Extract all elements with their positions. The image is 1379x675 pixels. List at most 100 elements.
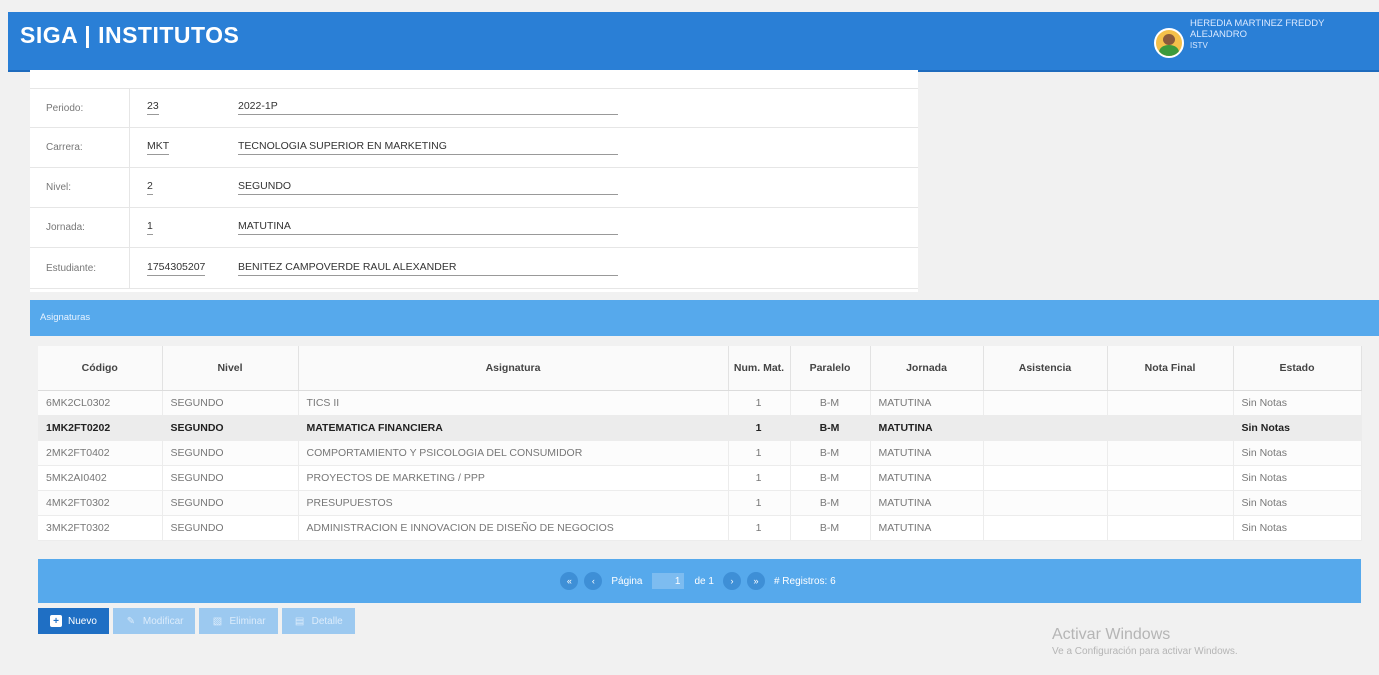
first-page-icon[interactable]: « bbox=[560, 572, 579, 590]
table-row[interactable]: 3MK2FT0302 SEGUNDO ADMINISTRACION E INNO… bbox=[38, 515, 1362, 541]
cell-estado: Sin Notas bbox=[1233, 465, 1362, 491]
cell-asistencia bbox=[983, 390, 1108, 416]
cell-asignatura: MATEMATICA FINANCIERA bbox=[298, 415, 729, 441]
cell-nota-final bbox=[1107, 390, 1234, 416]
detalle-label: Detalle bbox=[311, 615, 343, 627]
cell-asignatura: TICS II bbox=[298, 390, 729, 416]
asignaturas-section-header: Asignaturas bbox=[30, 300, 1379, 336]
cell-paralelo: B-M bbox=[790, 415, 871, 441]
cell-asistencia bbox=[983, 415, 1108, 441]
page-of-label: de 1 bbox=[694, 575, 714, 587]
column-header-paralelo[interactable]: Paralelo bbox=[790, 346, 871, 391]
modificar-label: Modificar bbox=[142, 615, 184, 627]
cell-nota-final bbox=[1107, 415, 1234, 441]
column-header-codigo[interactable]: Código bbox=[38, 346, 163, 391]
column-header-asignatura[interactable]: Asignatura bbox=[298, 346, 729, 391]
cell-nivel: SEGUNDO bbox=[162, 465, 299, 491]
estudiante-label: Estudiante: bbox=[30, 248, 130, 288]
cell-jornada: MATUTINA bbox=[870, 515, 984, 541]
prev-page-icon[interactable]: ‹ bbox=[584, 572, 603, 590]
nuevo-button[interactable]: + Nuevo bbox=[38, 608, 109, 634]
nivel-label: Nivel: bbox=[30, 168, 130, 207]
column-header-num-mat[interactable]: Num. Mat. bbox=[728, 346, 791, 391]
periodo-code: 23 bbox=[147, 100, 159, 115]
jornada-desc: MATUTINA bbox=[238, 220, 618, 235]
form-row-nivel: Nivel: 2 SEGUNDO bbox=[30, 168, 918, 208]
user-menu[interactable]: HEREDIA MARTINEZ FREDDY ALEJANDRO ISTV bbox=[1154, 18, 1324, 58]
records-count: # Registros: 6 bbox=[773, 575, 836, 587]
estudiante-desc: BENITEZ CAMPOVERDE RAUL ALEXANDER bbox=[238, 261, 618, 276]
user-info: HEREDIA MARTINEZ FREDDY ALEJANDRO ISTV bbox=[1190, 18, 1324, 51]
cell-asistencia bbox=[983, 440, 1108, 466]
column-header-nota-final[interactable]: Nota Final bbox=[1107, 346, 1234, 391]
app-header: SIGA | INSTITUTOS HEREDIA MARTINEZ FREDD… bbox=[8, 12, 1379, 72]
user-name-line1: HEREDIA MARTINEZ FREDDY bbox=[1190, 18, 1325, 29]
cell-estado: Sin Notas bbox=[1233, 515, 1362, 541]
cell-paralelo: B-M bbox=[790, 440, 871, 466]
app-title: SIGA | INSTITUTOS bbox=[20, 22, 240, 48]
last-page-icon[interactable]: » bbox=[746, 572, 765, 590]
cell-jornada: MATUTINA bbox=[870, 390, 984, 416]
page-input[interactable] bbox=[652, 573, 685, 589]
student-info-panel: Periodo: 23 2022-1P Carrera: MKT TECNOLO… bbox=[30, 70, 918, 292]
windows-activation-watermark: Activar Windows Ve a Configuración para … bbox=[1052, 626, 1238, 657]
watermark-line1: Activar Windows bbox=[1052, 626, 1171, 643]
table-row[interactable]: 6MK2CL0302 SEGUNDO TICS II 1 B-M MATUTIN… bbox=[38, 390, 1362, 416]
page-label: Página bbox=[611, 575, 643, 587]
cell-paralelo: B-M bbox=[790, 490, 871, 516]
avatar[interactable] bbox=[1154, 28, 1184, 58]
cell-estado: Sin Notas bbox=[1233, 440, 1362, 466]
cell-jornada: MATUTINA bbox=[870, 465, 984, 491]
table-row[interactable]: 4MK2FT0302 SEGUNDO PRESUPUESTOS 1 B-M MA… bbox=[38, 490, 1362, 516]
table-pager: « ‹ Página de 1 › » # Registros: 6 bbox=[38, 559, 1361, 603]
cell-num-mat: 1 bbox=[728, 515, 791, 541]
cell-codigo: 2MK2FT0402 bbox=[38, 440, 163, 466]
form-row-top-partial bbox=[30, 70, 918, 89]
estudiante-code: 1754305207 bbox=[147, 261, 206, 276]
cell-nivel: SEGUNDO bbox=[162, 515, 299, 541]
column-header-asistencia[interactable]: Asistencia bbox=[983, 346, 1108, 391]
column-header-estado[interactable]: Estado bbox=[1233, 346, 1362, 391]
cell-estado: Sin Notas bbox=[1233, 415, 1362, 441]
cell-nivel: SEGUNDO bbox=[162, 440, 299, 466]
cell-estado: Sin Notas bbox=[1233, 390, 1362, 416]
carrera-desc: TECNOLOGIA SUPERIOR EN MARKETING bbox=[238, 140, 618, 155]
cell-paralelo: B-M bbox=[790, 465, 871, 491]
cell-paralelo: B-M bbox=[790, 390, 871, 416]
asignaturas-table: Código Nivel Asignatura Num. Mat. Parale… bbox=[38, 346, 1362, 541]
next-page-icon[interactable]: › bbox=[722, 572, 741, 590]
pencil-icon: ✎ bbox=[126, 615, 136, 627]
cell-nota-final bbox=[1107, 440, 1234, 466]
form-row-jornada: Jornada: 1 MATUTINA bbox=[30, 208, 918, 248]
cell-codigo: 4MK2FT0302 bbox=[38, 490, 163, 516]
nivel-desc: SEGUNDO bbox=[238, 180, 618, 195]
cell-jornada: MATUTINA bbox=[870, 440, 984, 466]
cell-paralelo: B-M bbox=[790, 515, 871, 541]
column-header-jornada[interactable]: Jornada bbox=[870, 346, 984, 391]
periodo-desc: 2022-1P bbox=[238, 100, 618, 115]
cell-nota-final bbox=[1107, 515, 1234, 541]
modificar-button[interactable]: ✎ Modificar bbox=[112, 608, 196, 634]
detalle-button[interactable]: ▤ Detalle bbox=[281, 608, 355, 634]
cell-codigo: 6MK2CL0302 bbox=[38, 390, 163, 416]
table-row-selected[interactable]: 1MK2FT0202 SEGUNDO MATEMATICA FINANCIERA… bbox=[38, 415, 1362, 441]
column-header-nivel[interactable]: Nivel bbox=[162, 346, 299, 391]
plus-icon: + bbox=[50, 615, 62, 627]
cell-jornada: MATUTINA bbox=[870, 415, 984, 441]
table-row[interactable]: 5MK2AI0402 SEGUNDO PROYECTOS DE MARKETIN… bbox=[38, 465, 1362, 491]
cell-asignatura: COMPORTAMIENTO Y PSICOLOGIA DEL CONSUMID… bbox=[298, 440, 729, 466]
watermark-line2: Ve a Configuración para activar Windows. bbox=[1052, 646, 1238, 657]
cell-asistencia bbox=[983, 465, 1108, 491]
table-row[interactable]: 2MK2FT0402 SEGUNDO COMPORTAMIENTO Y PSIC… bbox=[38, 440, 1362, 466]
user-name-line2: ALEJANDRO bbox=[1190, 29, 1248, 40]
trash-icon: ▧ bbox=[212, 615, 223, 627]
cell-asistencia bbox=[983, 515, 1108, 541]
cell-codigo: 5MK2AI0402 bbox=[38, 465, 163, 491]
detail-icon: ▤ bbox=[294, 615, 305, 627]
nivel-code: 2 bbox=[147, 180, 153, 195]
cell-asignatura: PROYECTOS DE MARKETING / PPP bbox=[298, 465, 729, 491]
eliminar-button[interactable]: ▧ Eliminar bbox=[199, 608, 278, 634]
form-row-estudiante: Estudiante: 1754305207 BENITEZ CAMPOVERD… bbox=[30, 248, 918, 289]
user-org: ISTV bbox=[1190, 41, 1208, 50]
cell-num-mat: 1 bbox=[728, 415, 791, 441]
